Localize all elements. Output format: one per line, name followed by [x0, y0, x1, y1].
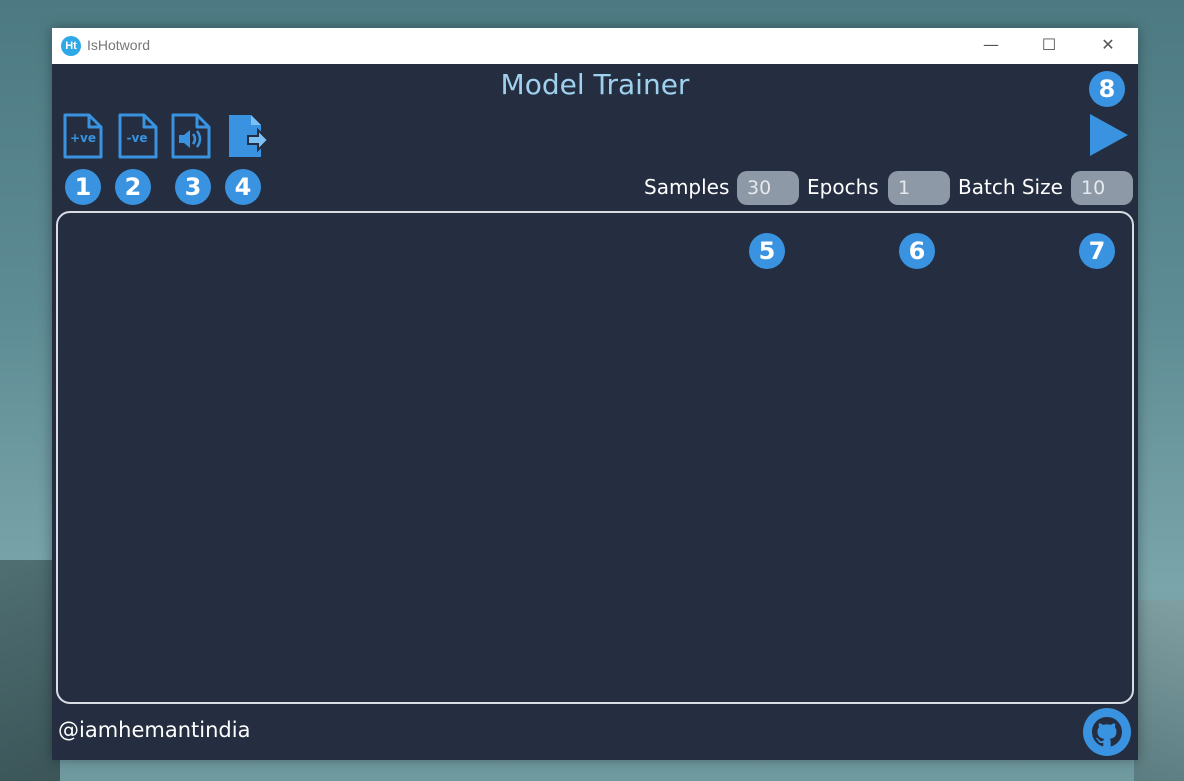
- samples-label: Samples: [644, 175, 730, 199]
- badge-2: 2: [115, 169, 151, 205]
- badge-8: 8: [1089, 71, 1125, 107]
- app-logo-icon: Ht: [61, 36, 81, 56]
- badge-5: 5: [749, 233, 785, 269]
- epochs-label: Epochs: [807, 175, 879, 199]
- github-icon[interactable]: [1083, 708, 1131, 756]
- desktop-wallpaper-right: [1134, 600, 1184, 781]
- positive-file-label: +ve: [70, 131, 96, 145]
- maximize-button[interactable]: ☐: [1020, 28, 1078, 64]
- export-file-icon[interactable]: [226, 112, 268, 160]
- badge-3: 3: [175, 169, 211, 205]
- epochs-input[interactable]: [888, 171, 950, 205]
- samples-input[interactable]: [737, 171, 799, 205]
- badge-6: 6: [899, 233, 935, 269]
- batch-size-input[interactable]: [1071, 171, 1133, 205]
- close-button[interactable]: ✕: [1079, 28, 1137, 64]
- audio-file-icon[interactable]: [170, 112, 212, 160]
- batch-size-label: Batch Size: [958, 175, 1063, 199]
- title-bar[interactable]: Ht IsHotword — ☐ ✕: [52, 28, 1138, 64]
- badge-1: 1: [65, 169, 101, 205]
- negative-file-label: -ve: [127, 131, 148, 145]
- training-output-area[interactable]: [56, 211, 1134, 704]
- minimize-button[interactable]: —: [962, 28, 1020, 64]
- badge-7: 7: [1079, 233, 1115, 269]
- positive-file-icon[interactable]: +ve: [62, 112, 104, 160]
- play-icon[interactable]: [1088, 112, 1130, 158]
- author-handle[interactable]: @iamhemantindia: [58, 718, 250, 742]
- negative-file-icon[interactable]: -ve: [117, 112, 159, 160]
- app-window: Ht IsHotword — ☐ ✕ Model Trainer +ve -ve…: [52, 28, 1138, 760]
- desktop-wallpaper-left: [0, 560, 60, 781]
- badge-4: 4: [225, 169, 261, 205]
- window-title: IsHotword: [87, 37, 151, 53]
- page-title: Model Trainer: [500, 68, 690, 101]
